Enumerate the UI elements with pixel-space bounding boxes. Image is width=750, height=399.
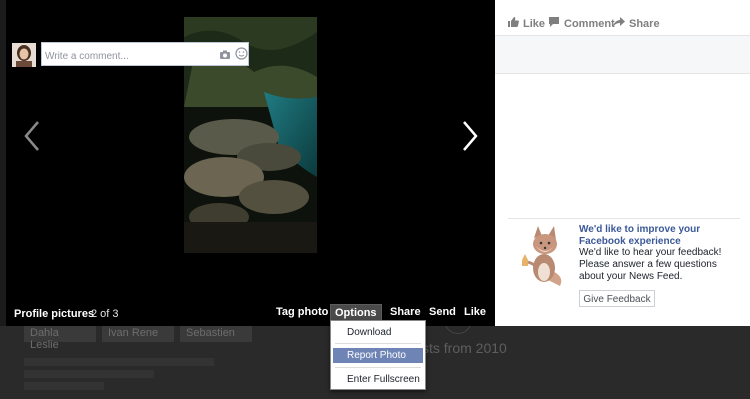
share-button[interactable]: Share [390,306,421,318]
background-posts-heading: sts from 2010 [422,340,507,356]
background-text-line [24,370,154,378]
panel-like-button[interactable]: Like [507,16,545,31]
menu-divider [335,343,421,344]
avatar[interactable] [12,43,36,67]
emoji-icon[interactable] [235,47,248,60]
background-friend: Sebastien [180,326,252,342]
background-friend: Dahla Leslie [24,326,96,351]
previous-photo-icon[interactable] [20,118,44,154]
camera-icon[interactable] [219,48,231,60]
background-text-line [24,382,104,390]
feedback-text: We'd like to hear your feedback! Please … [579,247,722,282]
tag-photo-button[interactable]: Tag photo [276,306,328,318]
panel-comment-button[interactable]: Comment [548,16,615,31]
comment-icon [548,16,560,31]
comment-composer [495,36,750,74]
fox-mascot-icon [514,222,570,290]
panel-share-button[interactable]: Share [613,16,660,31]
panel-comment-label: Comment [564,17,615,30]
menu-item-report-photo[interactable]: Report Photo [333,348,423,363]
background-text-line [24,358,214,366]
photo-actions: Like Comment Share [495,0,750,36]
background-friends: Dahla Leslie Ivan Rene Sebastien [24,326,252,351]
next-photo-icon[interactable] [458,118,482,154]
like-button[interactable]: Like [464,306,486,318]
menu-item-download[interactable]: Download [333,325,423,340]
give-feedback-button[interactable]: Give Feedback [579,290,655,307]
menu-divider [335,367,421,368]
photo-count: 2 of 3 [91,308,119,320]
options-menu: Download Report Photo Enter Fullscreen [330,320,426,390]
panel-like-label: Like [523,17,546,30]
thumbs-up-icon [507,16,519,31]
background-friend: Ivan Rene [102,326,174,342]
send-button[interactable]: Send [429,306,456,318]
panel-share-label: Share [629,17,660,30]
album-title[interactable]: Profile pictures [14,308,94,320]
share-arrow-icon [613,16,625,31]
menu-item-enter-fullscreen[interactable]: Enter Fullscreen [333,372,423,387]
photo-theater: Dahla Leslie Ivan Rene Sebastien sts fro… [0,0,750,399]
comment-input[interactable] [41,42,249,66]
feedback-title[interactable]: We'd like to improve your Facebook exper… [579,224,743,248]
